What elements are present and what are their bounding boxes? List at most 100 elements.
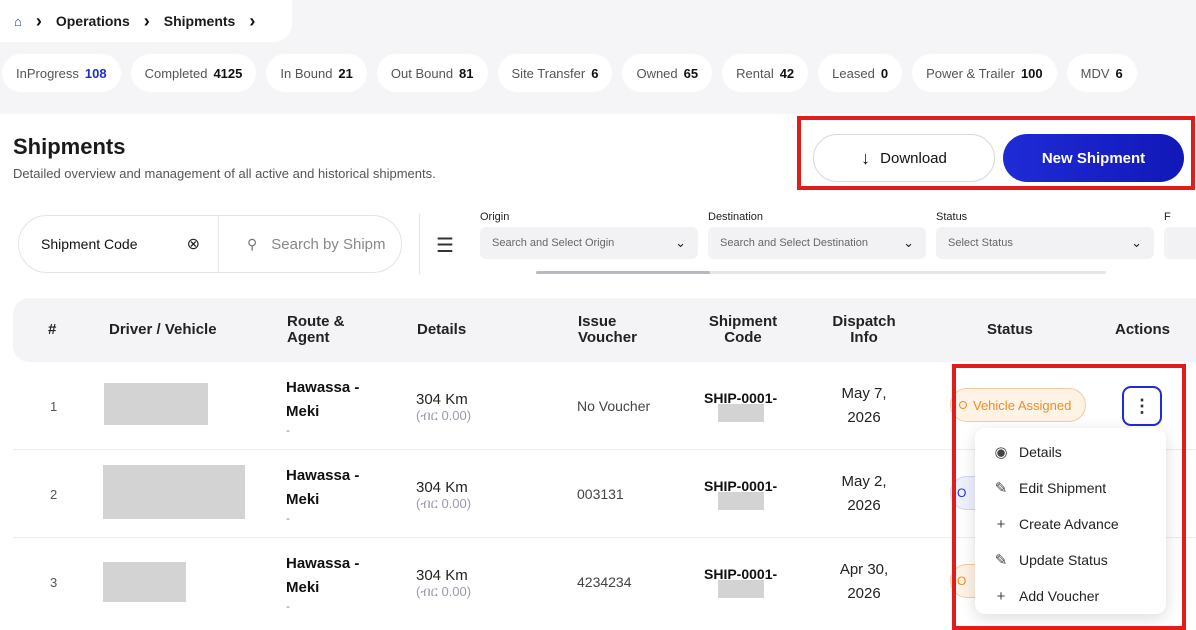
filter-scrollbar-thumb[interactable] (536, 271, 710, 274)
chip-completed[interactable]: Completed 4125 (130, 54, 257, 92)
dispatch-info: May 2, 2026 (831, 470, 897, 518)
agent-text: - (286, 599, 290, 613)
chip-label: Completed (144, 65, 208, 81)
chip-count: 21 (338, 65, 353, 81)
row-number: 3 (50, 574, 58, 590)
chip-count: 6 (591, 65, 599, 81)
search-field-select[interactable]: Shipment Code ⊗ (19, 216, 219, 272)
status-placeholder: Select Status (948, 237, 1013, 249)
distance-text: 304 Km (416, 567, 468, 584)
chip-count: 81 (459, 65, 474, 81)
destination-select[interactable]: Search and Select Destination ⌄ (708, 227, 926, 259)
dispatch-info: May 7, 2026 (831, 382, 897, 430)
extra-filter: F (1164, 211, 1196, 259)
route-text: Hawassa - Meki (286, 555, 360, 596)
search-input[interactable]: ⚲ Search by Shipm (219, 236, 401, 253)
divider (419, 214, 420, 274)
chip-label: Owned (636, 65, 678, 81)
chevron-down-icon: ⌄ (903, 235, 914, 250)
route-agent: Hawassa - Meki - (286, 552, 376, 612)
origin-label: Origin (480, 211, 510, 223)
voucher-text: No Voucher (577, 398, 651, 414)
th-route: Route & Agent (287, 313, 345, 346)
extra-filter-label: F (1164, 211, 1171, 223)
chip-rental[interactable]: Rental 42 (722, 54, 809, 92)
details: 304 Km (ብር 0.00) (416, 479, 471, 512)
chip-count: 108 (84, 65, 107, 81)
chip-label: Out Bound (390, 65, 454, 81)
filter-icon[interactable]: ☰ (436, 233, 454, 258)
search-placeholder: Search by Shipm (271, 235, 386, 253)
extra-filter-select[interactable] (1164, 227, 1196, 259)
chip-power-trailer[interactable]: Power & Trailer 100 (912, 54, 1057, 92)
destination-filter: Destination Search and Select Destinatio… (708, 211, 926, 259)
amount-text: (ብር 0.00) (416, 584, 472, 599)
chip-outbound[interactable]: Out Bound 81 (376, 54, 488, 92)
chip-mdv[interactable]: MDV 6 (1066, 54, 1137, 92)
chip-inbound[interactable]: In Bound 21 (266, 54, 367, 92)
destination-label: Destination (708, 211, 764, 223)
th-status: Status (987, 321, 1033, 338)
route-agent: Hawassa - Meki - (286, 464, 376, 524)
th-dispatch: Dispatch Info (832, 313, 896, 346)
status-label: Status (936, 211, 968, 223)
chip-leased[interactable]: Leased 0 (818, 54, 903, 92)
th-code: Shipment Code (708, 313, 778, 346)
breadcrumb-item-shipments[interactable]: Shipments (164, 13, 236, 29)
search-field-label: Shipment Code (41, 236, 138, 252)
chip-label: Site Transfer (511, 65, 586, 81)
voucher-text: 4234234 (577, 574, 632, 590)
th-driver: Driver / Vehicle (109, 321, 217, 338)
chip-label: MDV (1080, 65, 1110, 81)
chevron-right-icon: › (143, 10, 150, 31)
amount-text: (ብር 0.00) (416, 496, 472, 511)
th-details: Details (417, 321, 467, 338)
dispatch-date: Apr 30, (839, 561, 889, 578)
origin-filter: Origin Search and Select Origin ⌄ (480, 211, 698, 259)
search-bar: Shipment Code ⊗ ⚲ Search by Shipm (18, 215, 402, 273)
th-voucher: Issue Voucher (578, 313, 637, 346)
chip-label: Power & Trailer (926, 65, 1015, 81)
distance-text: 304 Km (416, 479, 468, 496)
row-number: 2 (50, 486, 58, 502)
route-agent: Hawassa - Meki - (286, 376, 376, 436)
th-num: # (48, 321, 57, 338)
chip-site-transfer[interactable]: Site Transfer 6 (497, 54, 613, 92)
driver-image (103, 562, 186, 602)
status-select[interactable]: Select Status ⌄ (936, 227, 1154, 259)
dispatch-date: May 2, (841, 473, 887, 490)
home-icon[interactable]: ⌂ (14, 14, 22, 29)
chip-count: 4125 (213, 65, 243, 81)
highlight-box-header-actions (797, 116, 1195, 190)
chip-inprogress[interactable]: InProgress 108 (2, 54, 121, 92)
filter-chips: InProgress 108 Completed 4125 In Bound 21 O… (2, 54, 1137, 92)
breadcrumb-item-operations[interactable]: Operations (56, 13, 130, 29)
driver-image (103, 465, 245, 519)
th-actions: Actions (1115, 321, 1171, 338)
chip-owned[interactable]: Owned 65 (622, 54, 713, 92)
shipment-code-redacted (718, 492, 764, 510)
clear-icon[interactable]: ⊗ (187, 234, 200, 254)
details: 304 Km (ብር 0.00) (416, 567, 471, 600)
driver-image (104, 383, 208, 425)
origin-select[interactable]: Search and Select Origin ⌄ (480, 227, 698, 259)
breadcrumb: ⌂ › Operations › Shipments › (0, 0, 292, 42)
chevron-down-icon: ⌄ (675, 235, 686, 250)
details: 304 Km (ብር 0.00) (416, 391, 471, 424)
origin-placeholder: Search and Select Origin (492, 237, 615, 249)
amount-text: (ብር 0.00) (416, 408, 472, 423)
agent-text: - (286, 511, 290, 525)
shipment-code-redacted (718, 580, 764, 598)
route-text: Hawassa - Meki (286, 379, 360, 420)
chevron-right-icon: › (35, 10, 42, 31)
chip-label: Rental (736, 65, 774, 81)
chip-label: InProgress (16, 65, 79, 81)
chevron-down-icon: ⌄ (1131, 235, 1142, 250)
agent-text: - (286, 423, 290, 437)
highlight-box-actions-menu (952, 364, 1186, 630)
chip-label: Leased (832, 65, 875, 81)
chip-label: In Bound (280, 65, 333, 81)
page-title: Shipments (13, 134, 126, 159)
status-filter: Status Select Status ⌄ (936, 211, 1154, 259)
chip-count: 100 (1020, 65, 1043, 81)
